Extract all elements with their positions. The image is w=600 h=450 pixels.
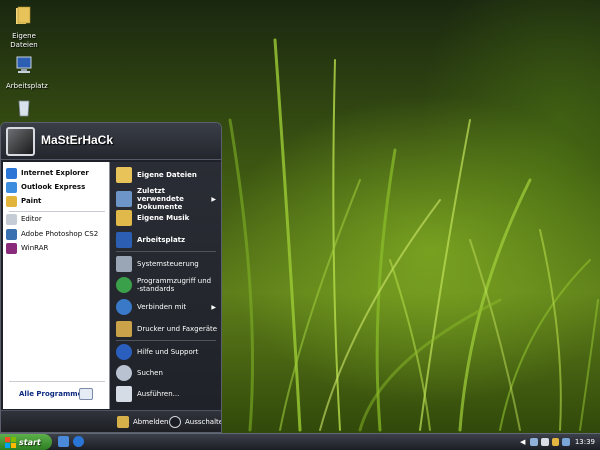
search-icon xyxy=(116,365,132,381)
paint-icon xyxy=(6,195,17,207)
windows-flag-icon xyxy=(5,436,16,448)
all-programs-link[interactable]: Alle Programme xyxy=(19,390,82,398)
submenu-arrow-icon: ▶ xyxy=(211,195,216,203)
submenu-arrow-icon: ▶ xyxy=(211,303,216,311)
folder-icon xyxy=(16,6,31,24)
lock-icon xyxy=(117,416,129,428)
clock[interactable]: 13:39 xyxy=(575,438,595,446)
start-label: start xyxy=(19,437,41,447)
computer-icon xyxy=(16,56,32,73)
system-program-access[interactable]: Programmzugriff und -standards xyxy=(116,277,220,293)
start-menu-programs-pane: Internet Explorer Outlook Express Paint … xyxy=(3,162,110,409)
desktop-icon-label: Arbeitsplatz xyxy=(6,82,48,90)
start-menu: MaStErHaCk Internet Explorer Outlook Exp… xyxy=(0,122,222,433)
internet-explorer-icon[interactable] xyxy=(73,436,84,447)
system-connect-to[interactable]: Verbinden mit ▶ xyxy=(116,299,220,315)
desktop-icon-eigene-dateien[interactable]: Eigene Dateien xyxy=(6,4,42,50)
photoshop-icon xyxy=(6,228,17,240)
menu-item-label: Ausführen... xyxy=(137,390,180,398)
start-button[interactable]: start xyxy=(0,434,52,450)
menu-item-label: Editor xyxy=(21,215,42,223)
menu-item-label: Paint xyxy=(21,197,42,205)
menu-item-label: Drucker und Faxgeräte xyxy=(137,325,218,333)
folder-icon xyxy=(116,167,132,183)
desktop-icon-label: Eigene Dateien xyxy=(10,32,38,49)
menu-separator xyxy=(116,340,216,341)
printer-icon xyxy=(116,321,132,337)
start-menu-places-pane: Eigene Dateien Zuletzt verwendete Dokume… xyxy=(110,162,221,409)
program-access-icon xyxy=(116,277,132,293)
logoff-label: Abmelden xyxy=(133,418,169,426)
shutdown-label: Ausschalten xyxy=(185,418,221,426)
system-tray: ◀ 13:39 xyxy=(520,434,600,450)
computer-icon xyxy=(116,232,132,248)
recent-editor[interactable]: Editor xyxy=(6,212,108,226)
menu-item-label: Eigene Dateien xyxy=(137,171,197,179)
pinned-internet-explorer[interactable]: Internet Explorer xyxy=(6,166,108,180)
system-printers[interactable]: Drucker und Faxgeräte xyxy=(116,321,220,337)
system-run[interactable]: Ausführen... xyxy=(116,386,220,402)
menu-item-label: Adobe Photoshop CS2 xyxy=(21,230,99,238)
taskbar: start ◀ 13:39 xyxy=(0,433,600,450)
place-recent-documents[interactable]: Zuletzt verwendete Dokumente ▶ xyxy=(116,187,220,211)
menu-item-label: Zuletzt verwendete Dokumente xyxy=(137,187,184,211)
menu-item-label: Programmzugriff und -standards xyxy=(137,277,212,293)
menu-separator xyxy=(116,251,216,252)
menu-item-label: Outlook Express xyxy=(21,183,86,191)
place-arbeitsplatz[interactable]: Arbeitsplatz xyxy=(116,232,220,248)
network-connect-icon xyxy=(116,299,132,315)
shutdown-button[interactable]: Ausschalten xyxy=(169,416,221,428)
control-panel-icon xyxy=(116,256,132,272)
start-menu-header: MaStErHaCk xyxy=(1,123,221,160)
menu-item-label: Hilfe und Support xyxy=(137,348,199,356)
winrar-icon xyxy=(6,242,17,254)
system-control-panel[interactable]: Systemsteuerung xyxy=(116,256,220,272)
recent-photoshop[interactable]: Adobe Photoshop CS2 xyxy=(6,227,108,241)
menu-item-label: Internet Explorer xyxy=(21,169,89,177)
menu-item-label: WinRAR xyxy=(21,244,49,252)
notepad-icon xyxy=(6,213,17,225)
place-eigene-musik[interactable]: Eigene Musik xyxy=(116,210,220,226)
security-tray-icon[interactable] xyxy=(551,438,560,446)
menu-item-label: Systemsteuerung xyxy=(137,260,199,268)
menu-item-label: Eigene Musik xyxy=(137,214,190,222)
menu-item-label: Suchen xyxy=(137,369,163,377)
user-name: MaStErHaCk xyxy=(41,133,114,147)
power-icon xyxy=(169,416,181,428)
user-avatar[interactable] xyxy=(6,127,35,156)
logoff-button[interactable]: Abmelden xyxy=(117,416,169,428)
desktop-icon-arbeitsplatz[interactable]: Arbeitsplatz xyxy=(6,54,48,91)
place-eigene-dateien[interactable]: Eigene Dateien xyxy=(116,167,220,183)
recent-documents-icon xyxy=(116,191,132,207)
pinned-paint[interactable]: Paint xyxy=(6,194,108,208)
menu-item-label: Verbinden mit xyxy=(137,303,187,311)
menu-item-label: Arbeitsplatz xyxy=(137,236,186,244)
tray-expand-icon[interactable]: ◀ xyxy=(520,438,525,446)
recycle-bin-icon xyxy=(18,100,30,117)
recent-winrar[interactable]: WinRAR xyxy=(6,241,108,255)
all-programs-arrow-icon[interactable] xyxy=(79,388,93,400)
pinned-outlook-express[interactable]: Outlook Express xyxy=(6,180,108,194)
help-icon xyxy=(116,344,132,360)
volume-tray-icon[interactable] xyxy=(540,438,549,446)
system-help[interactable]: Hilfe und Support xyxy=(116,344,220,360)
menu-separator xyxy=(9,381,105,382)
desktop-icon-recycle-bin[interactable] xyxy=(6,96,42,122)
run-icon xyxy=(116,386,132,402)
update-tray-icon[interactable] xyxy=(562,438,570,446)
start-menu-footer: Abmelden Ausschalten xyxy=(1,410,221,432)
music-folder-icon xyxy=(116,210,132,226)
network-tray-icon[interactable] xyxy=(530,438,538,446)
system-search[interactable]: Suchen xyxy=(116,365,220,381)
internet-explorer-icon xyxy=(6,167,17,179)
show-desktop-icon[interactable] xyxy=(58,436,69,447)
outlook-express-icon xyxy=(6,181,17,193)
